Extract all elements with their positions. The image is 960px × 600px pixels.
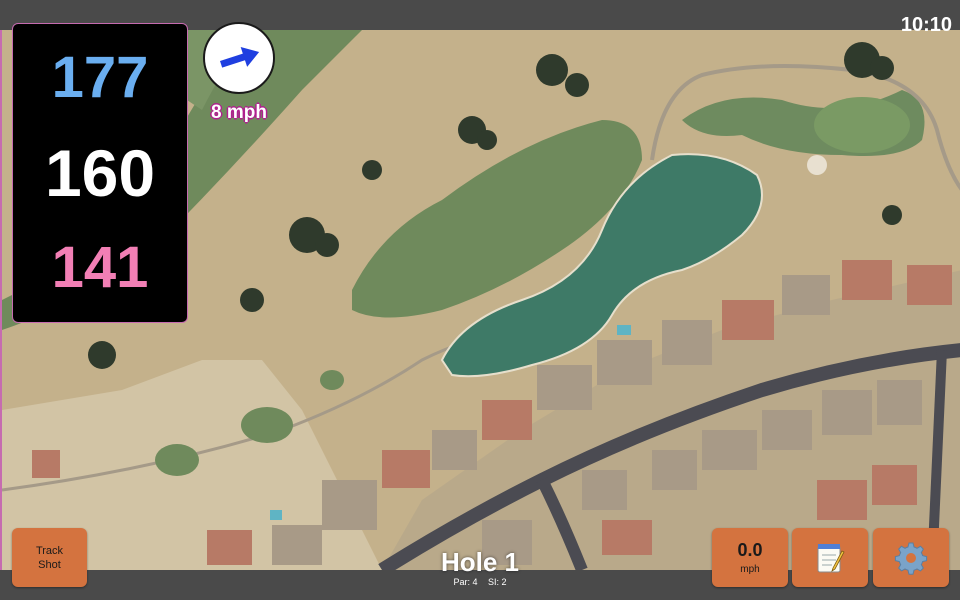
app-screen: 10:10 177 160 141 8 mph Track Shot Hole … [0, 0, 960, 600]
clock-time: 10:10 [900, 14, 952, 36]
distance-panel: 177 160 141 [12, 23, 188, 323]
notepad-icon [817, 543, 845, 572]
track-shot-label-line1: Track [35, 544, 64, 557]
distance-front: 141 [51, 235, 149, 301]
hole-par: Par: 4 [453, 577, 478, 587]
distance-back: 177 [51, 44, 149, 110]
track-shot-button[interactable]: Track Shot [12, 528, 87, 587]
notes-button[interactable] [792, 528, 868, 587]
speed-button[interactable]: 0.0 mph [712, 528, 788, 587]
wind-dial [203, 22, 275, 94]
speed-value: 0.0 [737, 540, 763, 560]
hole-title: Hole 1 [440, 547, 520, 577]
settings-button[interactable] [873, 528, 949, 587]
wind-arrow-icon [220, 46, 260, 68]
wind-indicator: 8 mph [201, 22, 277, 132]
hole-si: SI: 2 [488, 577, 507, 587]
hole-meta: Par: 4 SI: 2 [380, 576, 580, 588]
speed-unit: mph [740, 564, 760, 575]
distance-center: 160 [44, 135, 156, 210]
wind-speed: 8 mph [211, 102, 267, 123]
track-shot-label-line2: Shot [38, 558, 61, 571]
hole-info: Hole 1 Par: 4 SI: 2 [380, 548, 580, 588]
gear-icon [894, 542, 928, 575]
